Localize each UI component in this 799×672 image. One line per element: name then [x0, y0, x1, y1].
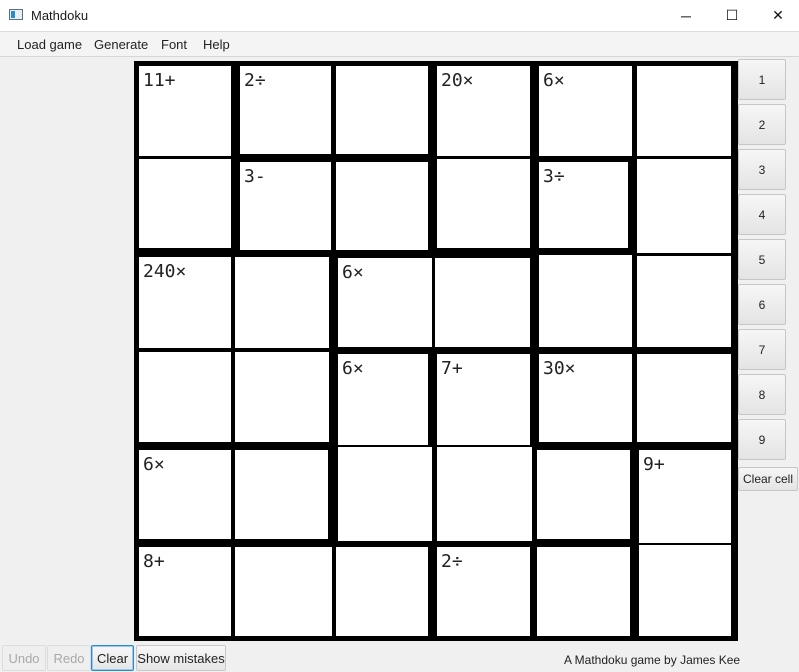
puzzle-grid: 11+ 2÷ 20× 6× 3- 3÷ 240× 6× 6× 7+ 30× 6×… — [134, 61, 738, 641]
cage-label: 240× — [143, 261, 187, 282]
title-bar: Mathdoku ─ ☐ ✕ — [0, 0, 799, 32]
credit-text: A Mathdoku game by James Kee — [564, 653, 741, 667]
grid-cell[interactable]: 6× — [539, 66, 632, 156]
menu-generate[interactable]: Generate — [94, 37, 148, 52]
grid-cell[interactable]: 2÷ — [437, 547, 530, 636]
clear-button[interactable]: Clear — [91, 645, 134, 671]
minimize-button[interactable]: ─ — [663, 0, 709, 31]
number-button-1[interactable]: 1 — [738, 59, 786, 100]
grid-cell[interactable] — [637, 354, 731, 442]
close-button[interactable]: ✕ — [755, 0, 799, 31]
grid-cell[interactable]: 6× — [338, 354, 428, 445]
grid-cell[interactable]: 240× — [139, 257, 231, 348]
number-button-3[interactable]: 3 — [738, 149, 786, 190]
grid-cell[interactable] — [336, 66, 428, 154]
grid-cell[interactable] — [235, 547, 332, 636]
number-button-2[interactable]: 2 — [738, 104, 786, 145]
menu-bar: Load game Generate Font Help — [0, 32, 799, 57]
app-icon — [9, 9, 23, 20]
grid-cell[interactable]: 2÷ — [240, 66, 331, 154]
number-button-6[interactable]: 6 — [738, 284, 786, 325]
cage-label: 6× — [342, 262, 364, 283]
cage-label: 6× — [342, 358, 364, 379]
grid-cell[interactable]: 7+ — [437, 354, 530, 445]
grid-cell[interactable] — [336, 547, 428, 636]
cage-label: 2÷ — [244, 70, 266, 91]
cage-label: 9+ — [643, 454, 665, 475]
grid-cell[interactable] — [435, 258, 530, 347]
cage-label: 6× — [143, 454, 165, 475]
cage-label: 20× — [441, 70, 474, 91]
show-mistakes-button[interactable]: Show mistakes — [136, 645, 226, 671]
grid-cell[interactable] — [437, 447, 532, 541]
number-button-9[interactable]: 9 — [738, 419, 786, 460]
maximize-button[interactable]: ☐ — [709, 0, 755, 31]
grid-cell[interactable]: 20× — [437, 66, 530, 156]
number-button-5[interactable]: 5 — [738, 239, 786, 280]
grid-cell[interactable] — [338, 447, 432, 541]
number-button-7[interactable]: 7 — [738, 329, 786, 370]
clear-cell-button[interactable]: Clear cell — [738, 467, 798, 491]
grid-cell[interactable]: 8+ — [139, 547, 231, 636]
window-title: Mathdoku — [31, 8, 89, 23]
cage-label: 3- — [244, 166, 266, 187]
grid-cell[interactable] — [235, 450, 328, 539]
grid-cell[interactable]: 6× — [139, 450, 231, 539]
grid-cell[interactable] — [637, 256, 731, 347]
grid-cell[interactable]: 3- — [240, 162, 331, 250]
cage-label: 30× — [543, 358, 576, 379]
number-button-8[interactable]: 8 — [738, 374, 786, 415]
grid-cell[interactable]: 11+ — [139, 66, 231, 156]
cage-label: 7+ — [441, 358, 463, 379]
grid-cell[interactable]: 30× — [539, 354, 632, 442]
number-button-4[interactable]: 4 — [738, 194, 786, 235]
menu-load-game[interactable]: Load game — [17, 37, 82, 52]
grid-cell[interactable] — [437, 159, 530, 248]
cage-label: 6× — [543, 70, 565, 91]
grid-cell[interactable] — [637, 66, 731, 156]
cage-label: 3÷ — [543, 166, 565, 187]
menu-help[interactable]: Help — [203, 37, 230, 52]
grid-cell[interactable] — [336, 162, 428, 250]
grid-cell[interactable] — [637, 159, 731, 253]
grid-cell[interactable]: 9+ — [639, 450, 731, 543]
undo-button[interactable]: Undo — [2, 645, 46, 671]
grid-cell[interactable] — [539, 255, 632, 347]
cage-label: 11+ — [143, 70, 176, 91]
grid-cell[interactable] — [139, 352, 231, 442]
grid-cell[interactable]: 6× — [338, 258, 432, 347]
grid-cell[interactable] — [537, 450, 630, 539]
cage-label: 8+ — [143, 551, 165, 572]
grid-cell[interactable] — [139, 159, 231, 248]
grid-cell[interactable] — [235, 257, 329, 348]
redo-button[interactable]: Redo — [47, 645, 91, 671]
grid-cell[interactable]: 3÷ — [539, 162, 628, 248]
grid-cell[interactable] — [537, 547, 630, 636]
grid-cell[interactable] — [235, 352, 329, 442]
menu-font[interactable]: Font — [161, 37, 187, 52]
cage-label: 2÷ — [441, 551, 463, 572]
grid-cell[interactable] — [639, 545, 731, 636]
